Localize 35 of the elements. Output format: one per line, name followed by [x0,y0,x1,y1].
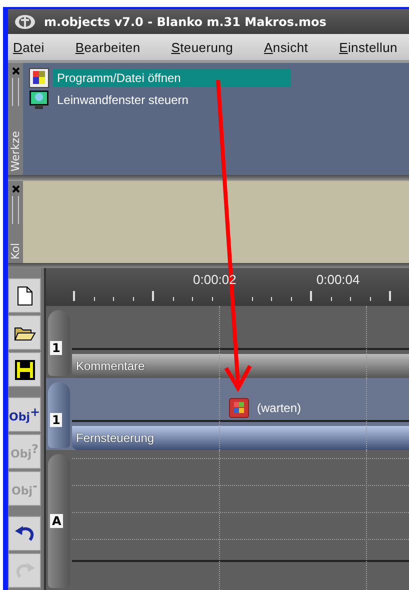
track-number: 1 [50,341,62,355]
track-number: A [50,514,64,528]
track-name-bar[interactable]: Fernsteuerung [72,426,409,450]
window-icon [29,68,49,88]
menu-item[interactable]: Ansicht [264,40,308,54]
panel-title: Kol [9,242,22,259]
screen-icon [29,90,49,110]
menu-item[interactable]: Einstellun [339,40,398,54]
close-icon[interactable] [12,67,20,75]
floppy-icon [14,360,34,380]
tool-item[interactable]: Leinwandfenster steuern [53,91,291,109]
panel-title: Werkze [9,130,22,171]
cue-label: (warten) [257,401,302,415]
open-button[interactable] [8,315,41,350]
new-button[interactable] [8,278,41,313]
tool-item[interactable]: Programm/Datei öffnen [53,69,291,87]
track-handle[interactable]: A [48,454,70,588]
page-icon [16,286,32,306]
menu-item[interactable]: Steuerung [171,40,234,54]
save-button[interactable] [8,352,41,387]
track-handle[interactable]: 1 [48,382,70,448]
window-title: m.objects v7.0 - Blanko m.31 Makros.mos [44,14,326,28]
close-icon[interactable] [12,185,20,193]
track-handle[interactable]: 1 [48,310,70,376]
app-icon [14,14,36,30]
track-number: 1 [50,413,62,427]
undo-button[interactable] [8,516,41,551]
menu-item[interactable]: Datei [13,40,44,54]
program-cue-icon[interactable] [229,398,249,418]
time-label: 0:00:04 [316,272,360,287]
track-name-bar[interactable]: Kommentare [72,354,409,378]
menu-item[interactable]: Bearbeiten [75,40,140,54]
grip-handle[interactable] [12,78,19,106]
grip-handle[interactable] [12,196,19,224]
undo-icon [14,524,36,544]
